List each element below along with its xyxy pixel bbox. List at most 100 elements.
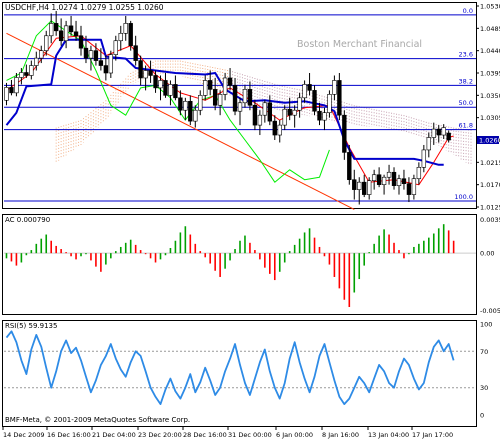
- candle-body: [426, 137, 431, 151]
- chart-svg: 0.0 23.6 38.2 50.0 61.8 100.0 0.00359 0.00 -0.0…: [0, 0, 500, 439]
- candle-body: [78, 35, 84, 49]
- price-tick-label: 1.0125: [480, 204, 500, 212]
- candle-body: [93, 50, 99, 61]
- current-price-label: 1.0260: [479, 137, 500, 145]
- candle-body: [247, 89, 253, 106]
- candle-body: [232, 85, 238, 112]
- candle-body: [103, 65, 109, 74]
- price-tick-label: 1.0530: [480, 3, 500, 11]
- price-tick-label: 1.0305: [480, 114, 500, 122]
- rsi-tick-label: 100: [480, 321, 492, 329]
- candle-body: [292, 109, 297, 116]
- candle-body: [396, 178, 402, 186]
- candle-body: [371, 174, 377, 181]
- candle-body: [19, 72, 24, 78]
- fib-level-label: 61.8: [459, 122, 473, 130]
- candle-body: [143, 70, 148, 79]
- watermark: Boston Merchant Financial: [297, 39, 422, 50]
- candle-body: [307, 84, 312, 91]
- price-tick-label: 1.0350: [480, 92, 500, 100]
- time-tick-label: 8 Jan 16:00: [322, 431, 359, 439]
- fib-level-label: 50.0: [459, 99, 473, 107]
- time-tick-label: 23 Dec 20:00: [138, 431, 182, 439]
- candle-body: [342, 114, 347, 153]
- candle-body: [188, 100, 193, 122]
- candle-body: [337, 80, 342, 116]
- candle-body: [73, 31, 79, 37]
- background: [0, 0, 500, 439]
- time-tick-label: 21 Dec 04:00: [92, 431, 136, 439]
- candle-body: [113, 40, 118, 55]
- candle-body: [267, 102, 272, 122]
- ac-tick-label: 0.00359: [480, 216, 500, 224]
- candle-body: [123, 23, 128, 34]
- candle-body: [183, 100, 188, 111]
- candle-body: [446, 132, 451, 141]
- candle-body: [222, 77, 228, 95]
- candle-body: [416, 166, 422, 180]
- fib-level-label: 100.0: [454, 193, 473, 201]
- candle-body: [24, 72, 29, 76]
- candle-body: [14, 77, 19, 94]
- candle-body: [29, 65, 34, 76]
- candle-body: [272, 120, 277, 136]
- symbol-caption: USDCHF,H4 1.0274 1.0279 1.0255 1.0260: [5, 3, 164, 12]
- candle-body: [34, 57, 39, 66]
- candle-body: [212, 89, 218, 106]
- price-tick-label: 1.0440: [480, 47, 500, 55]
- candle-body: [332, 80, 337, 95]
- candle-body: [431, 128, 436, 138]
- candle-body: [282, 108, 287, 126]
- candle-body: [168, 84, 173, 96]
- candle-body: [108, 54, 114, 74]
- candle-body: [317, 110, 322, 121]
- time-tick-label: 14 Dec 2009: [3, 431, 45, 439]
- price-tick-label: 1.0170: [480, 181, 500, 189]
- candle-body: [138, 60, 143, 79]
- time-tick-label: 6 Jan 00:00: [276, 431, 313, 439]
- candle-body: [9, 87, 14, 94]
- time-tick-label: 16 Dec 16:00: [47, 431, 91, 439]
- fib-level-label: 38.2: [459, 77, 473, 85]
- candle-body: [203, 80, 208, 96]
- candle-body: [163, 80, 168, 96]
- candle-body: [262, 102, 268, 116]
- candle-body: [178, 97, 183, 111]
- candle-body: [237, 102, 243, 112]
- candle-body: [217, 94, 223, 106]
- price-tick-label: 1.0485: [480, 25, 500, 33]
- candle-body: [352, 179, 357, 190]
- candle-body: [44, 35, 49, 51]
- price-tick-label: 1.0215: [480, 159, 500, 167]
- candle-body: [118, 32, 123, 42]
- candle-body: [357, 181, 362, 190]
- candle-body: [381, 176, 387, 185]
- candle-body: [83, 47, 89, 59]
- candle-body: [53, 23, 59, 32]
- price-tick-label: 1.0395: [480, 70, 500, 78]
- candle-body: [436, 128, 441, 136]
- candle-body: [63, 25, 69, 42]
- candle-body: [277, 124, 282, 136]
- ac-title: AC 0.000790: [5, 216, 50, 224]
- rsi-tick-label: 70: [480, 348, 488, 356]
- candle-body: [386, 171, 392, 178]
- candle-body: [153, 75, 158, 89]
- candle-body: [49, 23, 54, 37]
- chart-window: 0.0 23.6 38.2 50.0 61.8 100.0 0.00359 0.00 -0.0…: [0, 0, 500, 439]
- candle-body: [39, 50, 44, 59]
- candle-body: [327, 94, 332, 114]
- candle-body: [98, 60, 104, 66]
- candle-body: [411, 178, 417, 195]
- ac-tick-label: -0.00578: [480, 307, 500, 315]
- candle-body: [376, 174, 382, 185]
- candle-body: [208, 80, 213, 90]
- candle-body: [302, 84, 307, 99]
- rsi-tick-label: 30: [480, 384, 488, 392]
- time-tick-label: 28 Dec 16:00: [183, 431, 227, 439]
- time-tick-label: 13 Jan 04:00: [368, 431, 409, 439]
- rsi-tick-label: 0: [480, 412, 484, 420]
- candle-body: [287, 108, 292, 116]
- fib-level-label: 23.6: [459, 51, 473, 59]
- candle-body: [366, 180, 372, 195]
